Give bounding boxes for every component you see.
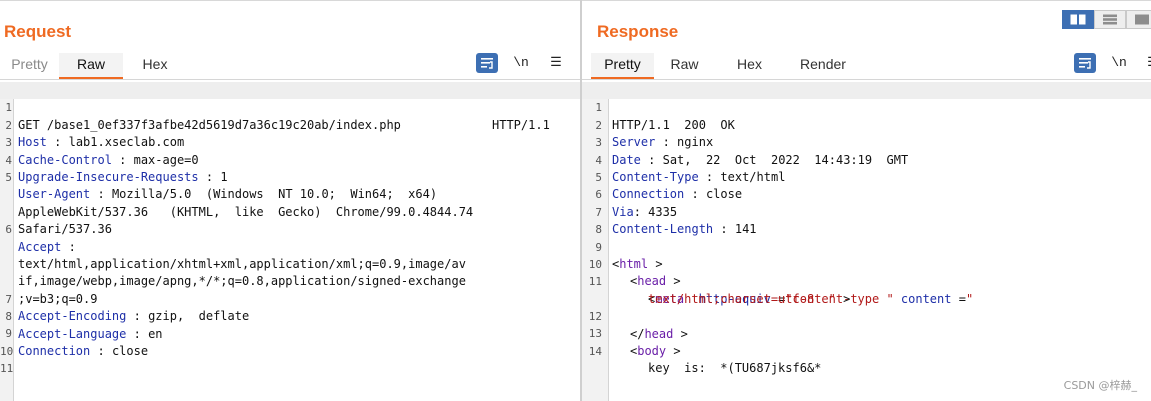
request-tabs: Pretty Raw Hex	[0, 53, 187, 79]
html-line: 9 <html >	[582, 221, 1151, 271]
html-line: 10 <head >	[582, 239, 1151, 288]
response-title: Response	[597, 22, 679, 41]
header-line: 2 Host : lab1.xseclab.com	[0, 99, 580, 149]
tab-pretty[interactable]: Pretty	[591, 53, 654, 79]
layout-side-by-side-icon[interactable]	[1062, 10, 1094, 29]
tab-hex[interactable]: Hex	[715, 53, 784, 79]
empty-line: 10	[0, 325, 580, 358]
header-line: 6 Via: 4335	[582, 169, 1151, 218]
header-line: 3 Date : Sat, 22 Oct 2022 14:43:19 GMT	[582, 117, 1151, 166]
header-line: 2 Server : nginx	[582, 99, 1151, 149]
html-tag-name: body	[637, 343, 667, 358]
tab-divider	[582, 79, 1151, 80]
header-line: 3 Cache-Control : max-age=0	[0, 117, 580, 166]
wrapped-line: if,image/webp,image/apng,*/*;q=0.8,appli…	[0, 239, 580, 288]
response-tabs: Pretty Raw Hex Render	[591, 53, 862, 79]
header-line: 7 Content-Length : 141	[582, 186, 1151, 236]
response-editor[interactable]: 1 HTTP/1.1 200 OK 2 Server : nginx 3 Dat…	[582, 82, 1151, 401]
response-lines: 1 HTTP/1.1 200 OK 2 Server : nginx 3 Dat…	[582, 82, 1151, 375]
html-line: 13 <body >	[582, 308, 1151, 357]
wrapped-line: Safari/537.36	[0, 186, 580, 236]
header-line: 8 Accept-Language : en	[0, 291, 580, 340]
pretty-print-icon[interactable]	[476, 53, 498, 73]
tab-divider	[0, 79, 580, 80]
menu-icon[interactable]: ☰	[1142, 53, 1151, 73]
top-border	[582, 0, 1151, 1]
menu-icon[interactable]: ☰	[545, 53, 567, 73]
header-line: 4 Content-Type : text/html	[582, 134, 1151, 184]
layout-toggle	[1062, 10, 1151, 29]
line-number: 11	[0, 362, 14, 376]
empty-line: 11	[0, 343, 580, 375]
tab-render[interactable]: Render	[784, 53, 862, 79]
body-text: key is: *(TU687jksf6&*	[648, 361, 822, 376]
newline-toggle-icon[interactable]: \n	[1108, 53, 1130, 73]
status-line: 1 HTTP/1.1 200 OK	[582, 82, 1151, 132]
layout-stacked-icon[interactable]	[1094, 10, 1126, 29]
tab-raw[interactable]: Raw	[59, 53, 123, 79]
html-line: 11 <meta http-equiv ="content-type " con…	[582, 256, 1151, 305]
response-pane: Response Pretty Raw Hex Render \n ☰ 1 HT…	[582, 0, 1151, 401]
request-lines: 1 GET /base1_0ef337f3afbe42d5619d7a36c19…	[0, 82, 580, 375]
wrapped-line: ;v=b3;q=0.9	[0, 256, 580, 306]
request-line: 1 GET /base1_0ef337f3afbe42d5619d7a36c19…	[0, 82, 580, 132]
tab-raw[interactable]: Raw	[654, 53, 715, 79]
tab-pretty[interactable]: Pretty	[0, 53, 59, 79]
request-editor[interactable]: 1 GET /base1_0ef337f3afbe42d5619d7a36c19…	[0, 82, 580, 401]
top-border	[0, 0, 580, 1]
layout-single-icon[interactable]	[1126, 10, 1151, 29]
header-line: 9 Connection : close	[0, 308, 580, 357]
header-line: 5 Connection : close	[582, 152, 1151, 201]
tab-hex[interactable]: Hex	[123, 53, 187, 79]
watermark: CSDN @梓赫_	[1063, 379, 1137, 392]
empty-line: 8	[582, 204, 1151, 236]
tag-close-bracket: >	[666, 343, 681, 358]
body-text-line: 14 key is: *(TU687jksf6&*	[582, 325, 1151, 375]
newline-toggle-icon[interactable]: \n	[510, 53, 532, 73]
header-line: 6 Accept :	[0, 204, 580, 253]
wrapped-line: text/html;charset=utf-8 " >	[582, 273, 1151, 306]
line-number: 14	[588, 344, 602, 358]
header-line: 4 Upgrade-Insecure-Requests : 1	[0, 134, 580, 184]
header-line: 7 Accept-Encoding : gzip, deflate	[0, 273, 580, 323]
wrapped-line: text/html,application/xhtml+xml,applicat…	[0, 221, 580, 271]
html-line: 12 </head >	[582, 291, 1151, 340]
pretty-print-icon[interactable]	[1074, 53, 1096, 73]
request-pane: Request Pretty Raw Hex \n ☰ 1 GET /base1…	[0, 0, 580, 401]
wrapped-line: AppleWebKit/537.36 (KHTML, like Gecko) C…	[0, 169, 580, 219]
request-title: Request	[4, 22, 72, 41]
header-line: 5 User-Agent : Mozilla/5.0 (Windows NT 1…	[0, 152, 580, 201]
